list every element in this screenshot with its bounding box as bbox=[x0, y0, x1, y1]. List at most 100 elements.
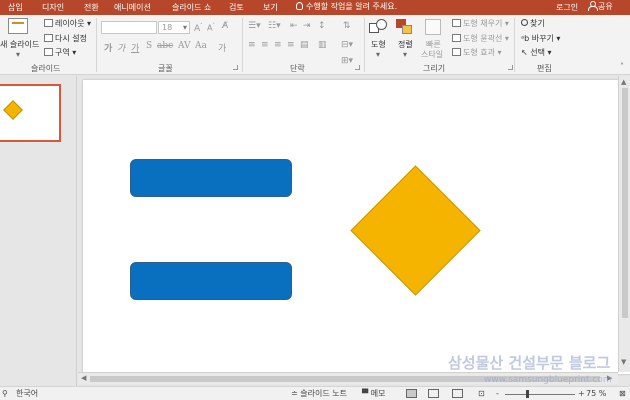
arrange-icon[interactable] bbox=[396, 19, 414, 35]
fit-to-window-icon[interactable]: ⊠ bbox=[619, 389, 626, 399]
shapes-button[interactable]: 도형 bbox=[371, 40, 386, 50]
distribute-button[interactable]: ▤ bbox=[300, 40, 309, 50]
font-dialog-launcher[interactable] bbox=[233, 65, 238, 70]
shapes-icon[interactable] bbox=[369, 19, 389, 35]
paint-bucket-icon bbox=[452, 19, 461, 27]
select-button[interactable]: ↖ 선택 ▾ bbox=[521, 48, 552, 58]
replace-button[interactable]: ᵃb 바꾸기 ▾ bbox=[521, 34, 560, 44]
align-right-button[interactable]: ≡ bbox=[274, 40, 282, 50]
new-slide-button[interactable]: 새 슬라이드 bbox=[0, 40, 39, 50]
share-button[interactable]: 공유 bbox=[588, 1, 613, 13]
reset-button[interactable]: 다시 설정 bbox=[44, 34, 87, 44]
search-icon bbox=[521, 19, 528, 26]
tab-design[interactable]: 디자인 bbox=[42, 2, 64, 13]
spacing-button[interactable]: AV bbox=[178, 41, 191, 51]
tab-transitions[interactable]: 전환 bbox=[84, 2, 99, 13]
layout-icon bbox=[44, 19, 53, 27]
font-size-box[interactable]: 18 bbox=[158, 21, 190, 34]
layout-button[interactable]: 레이아웃 ▾ bbox=[44, 19, 91, 29]
drawing-dialog-launcher[interactable] bbox=[508, 65, 513, 70]
clear-format-button[interactable]: A̸ bbox=[222, 21, 228, 31]
align-left-button[interactable]: ≡ bbox=[248, 40, 256, 50]
zoom-level[interactable]: 75 % bbox=[586, 389, 606, 399]
comments-button[interactable]: ▀ 메모 bbox=[362, 389, 385, 399]
bullets-button[interactable]: ☰▾ bbox=[248, 21, 261, 31]
scroll-down-icon[interactable]: ▼ bbox=[621, 358, 626, 366]
chevron-down-icon[interactable]: ▾ bbox=[16, 50, 20, 60]
tell-me-text: 수행할 작업을 알려 주세요. bbox=[306, 2, 398, 11]
shape-fill-button[interactable]: 도형 채우기 ▾ bbox=[452, 19, 509, 29]
strikethrough-button[interactable]: abc bbox=[157, 41, 173, 51]
zoom-slider-thumb[interactable] bbox=[526, 390, 529, 398]
decrease-indent-button[interactable]: ⇤ bbox=[290, 21, 298, 31]
find-label: 찾기 bbox=[530, 19, 545, 28]
quick-styles-icon[interactable] bbox=[425, 19, 441, 35]
chevron-down-icon[interactable]: ▾ bbox=[403, 50, 407, 60]
layout-label: 레이아웃 bbox=[55, 19, 85, 28]
tab-view[interactable]: 보기 bbox=[263, 2, 278, 13]
notes-label: 슬라이드 노트 bbox=[300, 389, 347, 398]
slideshow-view-icon[interactable]: ⊡ bbox=[478, 389, 485, 399]
slide-sorter-view-icon[interactable] bbox=[428, 389, 439, 398]
language-indicator[interactable]: 한국어 bbox=[16, 389, 38, 399]
normal-view-icon[interactable] bbox=[406, 389, 417, 398]
grow-font-button[interactable]: A˄ bbox=[194, 21, 203, 34]
comments-label: 메모 bbox=[370, 389, 386, 398]
tab-animations[interactable]: 애니메이션 bbox=[114, 2, 151, 13]
zoom-in-button[interactable]: + bbox=[578, 389, 585, 399]
align-center-button[interactable]: ≡ bbox=[261, 40, 269, 50]
font-color-button[interactable]: 가 bbox=[218, 41, 226, 54]
scroll-up-icon[interactable]: ▲ bbox=[621, 78, 626, 86]
shrink-font-button[interactable]: A˅ bbox=[207, 21, 215, 34]
text-direction-button[interactable]: ⇅ bbox=[343, 21, 351, 31]
login-link[interactable]: 로그인 bbox=[556, 2, 578, 13]
arrange-button[interactable]: 정렬 bbox=[398, 40, 413, 50]
tab-insert[interactable]: 삽입 bbox=[8, 2, 23, 13]
vertical-scroll-thumb[interactable] bbox=[622, 88, 628, 318]
case-button[interactable]: Aa bbox=[195, 41, 207, 51]
quick-styles-line2[interactable]: 스타일 bbox=[421, 50, 443, 60]
ribbon-tab-bar: 삽입 디자인 전환 애니메이션 슬라이드 쇼 검토 보기 수행할 작업을 알려 … bbox=[0, 0, 630, 15]
group-label-font: 글꼴 bbox=[158, 64, 173, 73]
scroll-left-icon[interactable]: ◀ bbox=[81, 374, 86, 382]
chevron-down-icon[interactable]: ▾ bbox=[376, 50, 380, 60]
shape-outline-button[interactable]: 도형 윤곽선 ▾ bbox=[452, 34, 509, 44]
increase-indent-button[interactable]: ⇥ bbox=[303, 21, 311, 31]
blue-rectangle-bottom[interactable] bbox=[130, 262, 292, 300]
tab-review[interactable]: 검토 bbox=[229, 2, 244, 13]
tab-slideshow[interactable]: 슬라이드 쇼 bbox=[172, 2, 211, 13]
collapse-ribbon-icon[interactable]: ˄ bbox=[620, 62, 624, 72]
numbering-button[interactable]: ☷▾ bbox=[268, 21, 281, 31]
line-spacing-button[interactable]: ↕ bbox=[318, 21, 326, 31]
shadow-button[interactable]: S bbox=[146, 41, 152, 51]
quick-styles-line1[interactable]: 빠른 bbox=[426, 40, 441, 50]
vertical-scrollbar[interactable]: ▲ ▼ bbox=[618, 76, 630, 372]
smartart-button[interactable]: ⊞▾ bbox=[341, 56, 353, 66]
replace-icon: ᵃb bbox=[521, 34, 532, 43]
group-divider bbox=[514, 18, 515, 72]
columns-button[interactable]: ▥ bbox=[318, 40, 327, 50]
paragraph-dialog-launcher[interactable] bbox=[355, 65, 360, 70]
underline-button[interactable]: 가 bbox=[131, 41, 139, 54]
reading-view-icon[interactable] bbox=[452, 389, 463, 398]
slide-canvas-area bbox=[78, 76, 630, 374]
shape-effects-button[interactable]: 도형 효과 ▾ bbox=[452, 48, 502, 58]
italic-button[interactable]: 가 bbox=[117, 41, 125, 54]
font-name-box[interactable] bbox=[101, 21, 157, 34]
justify-button[interactable]: ≡ bbox=[287, 40, 295, 50]
person-icon bbox=[588, 1, 598, 11]
spellcheck-icon[interactable]: ⚲ bbox=[2, 389, 8, 399]
bold-button[interactable]: 가 bbox=[104, 41, 112, 54]
blue-rectangle-top[interactable] bbox=[130, 159, 292, 197]
notes-button[interactable]: ≐ 슬라이드 노트 bbox=[291, 389, 347, 399]
section-label: 구역 bbox=[55, 48, 70, 57]
zoom-slider[interactable] bbox=[505, 394, 575, 395]
new-slide-icon[interactable] bbox=[8, 18, 28, 34]
yellow-diamond-shape[interactable] bbox=[350, 165, 481, 296]
find-button[interactable]: 찾기 bbox=[521, 19, 545, 29]
align-text-button[interactable]: ⊟▾ bbox=[341, 40, 353, 50]
section-button[interactable]: 구역 ▾ bbox=[44, 48, 76, 58]
zoom-out-button[interactable]: - bbox=[496, 389, 499, 399]
slide-thumbnail-1[interactable] bbox=[0, 84, 61, 142]
tell-me-box[interactable]: 수행할 작업을 알려 주세요. bbox=[296, 1, 397, 13]
